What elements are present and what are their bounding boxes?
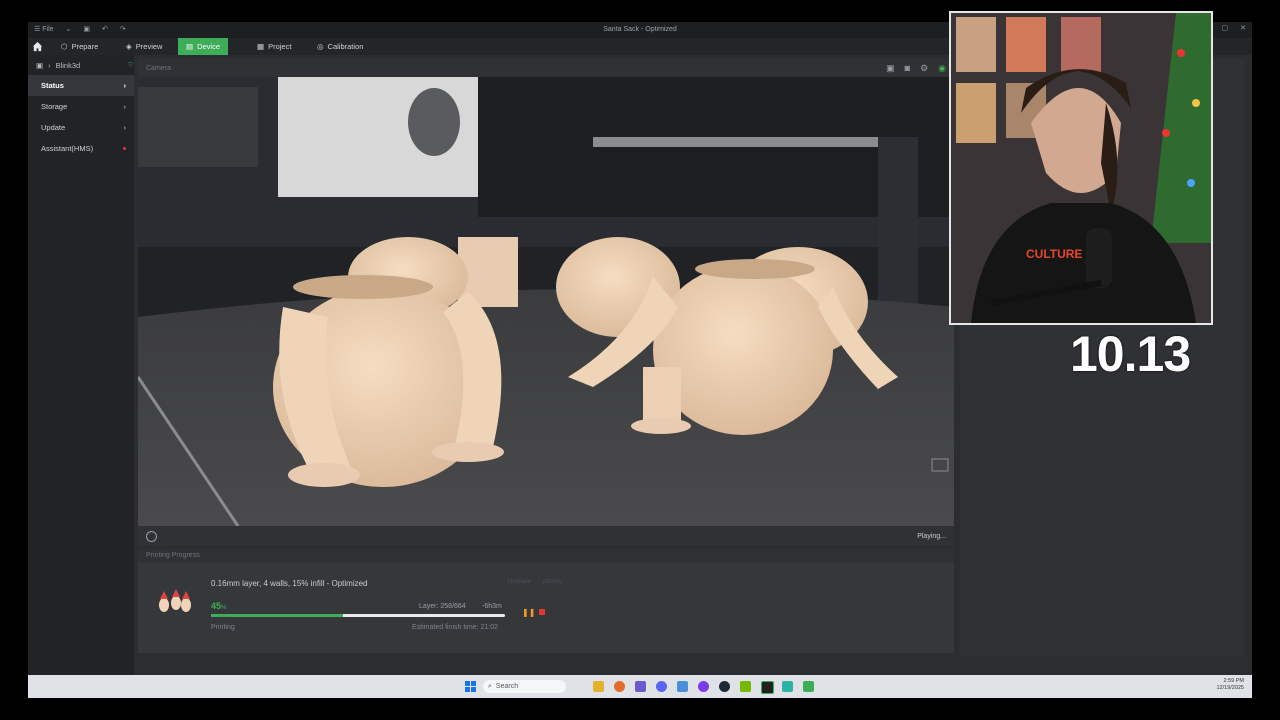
timer-overlay: 10.13 — [1070, 326, 1191, 382]
wifi-icon: ⌔ — [126, 60, 134, 69]
progress-percent-value: 45 — [211, 601, 222, 611]
discord-icon[interactable] — [656, 681, 667, 692]
project-icon: ▦ — [257, 42, 265, 51]
camera-header-label: Camera — [146, 64, 171, 72]
taskbar-search[interactable]: ⌕ Search — [483, 680, 566, 693]
remaining-time: -6h3m — [482, 603, 502, 610]
camera-toggle-icon[interactable]: ◉ — [938, 63, 946, 74]
app-icon[interactable] — [635, 681, 646, 692]
chevron-right-icon: › — [48, 60, 51, 70]
maximize-icon[interactable]: ▢ — [1222, 24, 1229, 32]
clock-date: 12/19/2025 — [1216, 685, 1244, 691]
camera-header: Camera ▣ ◙ ⚙ ◉ — [138, 59, 954, 77]
system-clock[interactable]: 2:59 PM 12/19/2025 — [1216, 678, 1244, 692]
print-status: Printing — [211, 624, 235, 631]
home-icon — [32, 41, 43, 52]
job-name: 0.16mm layer, 4 walls, 15% infill - Opti… — [211, 579, 368, 588]
alert-dot-icon — [123, 147, 126, 150]
sidebar-item-status[interactable]: Status › — [28, 75, 134, 96]
sidebar-item-assistant[interactable]: Assistant(HMS) — [28, 138, 134, 159]
printer-icon: ▣ — [36, 60, 44, 70]
camera-footer: Playing... — [138, 526, 954, 546]
taskbar-search-placeholder: Search — [495, 683, 519, 690]
app-icon[interactable] — [803, 681, 814, 692]
printer-selector[interactable]: ▣ › Blink3d ⌔ — [28, 55, 134, 75]
progress-percent-unit: % — [221, 605, 227, 611]
progress-bar — [211, 614, 505, 617]
tab-prepare[interactable]: ⬡ Prepare — [61, 38, 98, 55]
nvidia-icon[interactable] — [740, 681, 751, 692]
camera-feed — [138, 77, 954, 526]
chevron-right-icon: › — [123, 123, 127, 132]
tab-device-label: Device — [197, 42, 221, 51]
layer-info: Layer: 258/664 — [419, 603, 466, 610]
estimated-finish: Estimated finish time: 21:02 — [412, 624, 498, 631]
app-icon[interactable] — [782, 681, 793, 692]
sidebar-item-label: Update — [41, 123, 66, 132]
preview-icon: ◈ — [126, 42, 132, 51]
tab-preview[interactable]: ◈ Preview — [126, 38, 162, 55]
faded-label: pdusky — [542, 579, 562, 585]
home-button[interactable] — [32, 38, 43, 55]
tab-calibration-label: Calibration — [327, 42, 364, 51]
sidebar-item-label: Storage — [41, 102, 68, 111]
printing-progress-panel: Printing Progress 0.16mm layer, 4 walls,… — [138, 549, 954, 653]
svg-text:CULTURE: CULTURE — [1026, 247, 1082, 261]
windows-taskbar: ⌕ Search 2:59 PM 12/19/2025 — [28, 675, 1252, 698]
prepare-icon: ⬡ — [61, 42, 68, 51]
steam-icon[interactable] — [719, 681, 730, 692]
webcam-overlay: CULTURE — [949, 11, 1213, 325]
chevron-right-icon: › — [123, 81, 127, 90]
sidebar-item-update[interactable]: Update › — [28, 117, 134, 138]
printing-progress-header: Printing Progress — [138, 549, 954, 563]
device-sidebar: ▣ › Blink3d ⌔ Status › Storage › Update … — [28, 55, 134, 698]
clock-time: 2:59 PM — [1223, 678, 1244, 684]
file-explorer-icon[interactable] — [593, 681, 604, 692]
progress-percent: 45% — [211, 601, 226, 611]
calibration-icon: ◎ — [317, 42, 324, 51]
faded-labels: Unbrake pdusky — [508, 579, 562, 585]
device-icon: ▤ — [186, 42, 194, 51]
windows-start-icon[interactable] — [465, 681, 476, 692]
camera-feed-image — [138, 77, 954, 526]
camera-settings-icon[interactable]: ⚙ — [920, 63, 928, 74]
search-icon: ⌕ — [488, 682, 492, 690]
app-icon[interactable] — [677, 681, 688, 692]
stop-button[interactable] — [539, 609, 545, 615]
tab-project[interactable]: ▦ Project — [257, 38, 291, 55]
record-icon[interactable] — [146, 530, 157, 542]
video-icon[interactable]: ◙ — [905, 63, 910, 74]
webcam-image: CULTURE — [951, 13, 1211, 323]
progress-bar-fill — [211, 614, 344, 617]
printer-name: Blink3d — [55, 60, 81, 70]
browser-icon[interactable] — [614, 681, 625, 692]
faded-label: Unbrake — [508, 579, 531, 585]
camera-status: Playing... — [917, 532, 946, 540]
app-icon[interactable] — [698, 681, 709, 692]
sidebar-item-storage[interactable]: Storage › — [28, 96, 134, 117]
sidebar-item-label: Status — [41, 81, 64, 90]
tab-prepare-label: Prepare — [71, 42, 99, 51]
sidebar-item-label: Assistant(HMS) — [41, 144, 94, 153]
slicer-app-icon[interactable] — [761, 681, 774, 694]
model-thumbnail-icon — [159, 589, 191, 612]
close-icon[interactable]: ✕ — [1240, 24, 1246, 32]
chevron-right-icon: › — [123, 102, 127, 111]
pause-button[interactable]: ❚❚ — [522, 608, 535, 617]
device-main: Camera ▣ ◙ ⚙ ◉ Playing... Printing Progr… — [138, 59, 954, 656]
timelapse-icon[interactable]: ▣ — [886, 63, 895, 74]
tab-project-label: Project — [268, 42, 292, 51]
tab-preview-label: Preview — [135, 42, 163, 51]
tab-device[interactable]: ▤ Device — [178, 38, 229, 55]
tab-calibration[interactable]: ◎ Calibration — [317, 38, 363, 55]
